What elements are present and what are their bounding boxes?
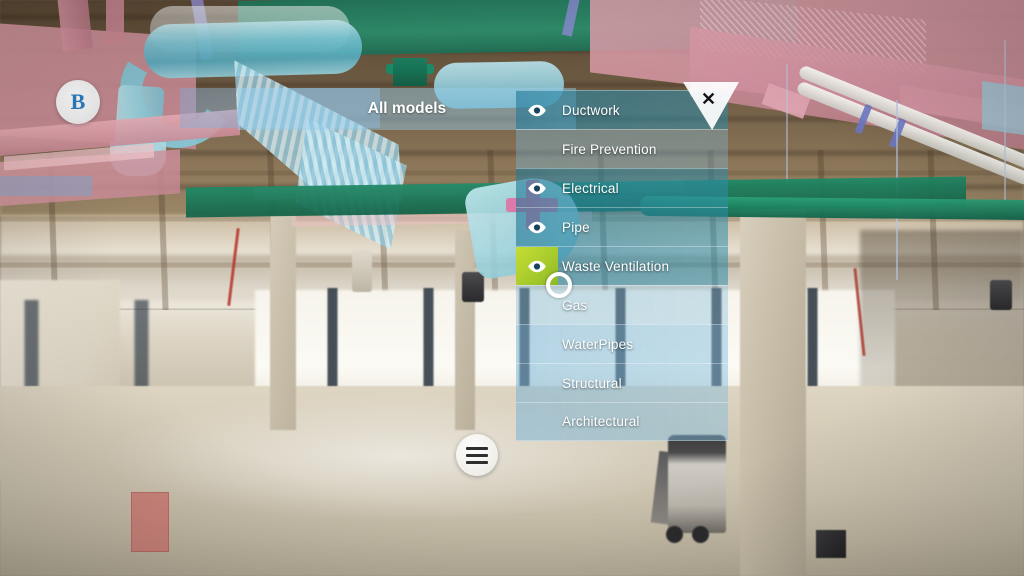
layer-row-label: Gas [562,297,588,313]
eye-icon-toggle-visible[interactable] [516,91,558,129]
ceiling-box-a [462,272,484,302]
model-strip-blue [0,176,92,196]
layer-row-pipe[interactable]: Pipe [516,207,728,246]
hamburger-icon-line-2 [466,453,488,457]
layer-row-label: Architectural [562,414,640,429]
all-models-label: All models [367,100,447,117]
column-foreground [740,205,806,576]
eye-icon-toggle-hidden[interactable] [516,364,558,402]
column-far [455,230,475,430]
floor-box [816,530,846,558]
column-mid [270,215,296,430]
hand-truck [668,435,726,533]
layer-row-structural[interactable]: Structural [516,363,728,402]
layer-list-panel[interactable]: Ductwork Fire Prevention Electrical Pipe Was… [516,90,728,441]
layer-row-waterpipes[interactable]: WaterPipes [516,324,728,363]
ar-viewport: B All models Ductwork Fire Prevention Elec… [0,0,1024,576]
hamburger-icon-line-1 [466,446,488,450]
gaze-cursor [546,272,572,298]
layer-row-label: Structural [562,375,622,391]
layer-row-electrical[interactable]: Electrical [516,168,728,207]
hand-truck-wheel-left [666,526,683,543]
layer-row-label: Electrical [562,180,619,196]
model-hanger-line-b [1004,40,1006,200]
hand-truck-wheel-right [692,526,709,543]
layer-row-label: Fire Prevention [562,141,657,157]
layer-row-architectural[interactable]: Architectural [516,402,728,441]
layer-row-label: Waste Ventilation [562,258,670,274]
eye-icon-toggle-hidden[interactable] [516,325,558,363]
eye-icon-toggle-hidden[interactable] [516,130,558,168]
layer-row-fire-prevention[interactable]: Fire Prevention [516,129,728,168]
eye-icon-toggle-hidden[interactable] [516,403,558,440]
marker-badge-b[interactable]: B [56,80,100,124]
close-panel-button[interactable]: ✕ [683,82,739,134]
eye-icon-toggle-visible[interactable] [516,169,558,207]
model-column-left [106,0,124,44]
model-beam-left [57,0,93,52]
layer-row-label: Pipe [562,219,590,235]
model-floor-marker [131,492,169,552]
model-hanger-line-c [786,64,788,184]
eye-icon-toggle-visible[interactable] [516,208,558,246]
layer-row-label: Ductwork [562,102,620,118]
model-green-stub [393,58,427,86]
model-panel-right [982,81,1024,135]
ceiling-box-b [990,280,1012,310]
main-menu-button[interactable] [456,434,498,476]
hanging-fixture [352,250,372,292]
hamburger-icon-line-3 [466,460,488,464]
close-icon: ✕ [701,89,717,109]
layer-row-label: WaterPipes [562,336,634,352]
marker-badge-label: B [70,89,86,114]
